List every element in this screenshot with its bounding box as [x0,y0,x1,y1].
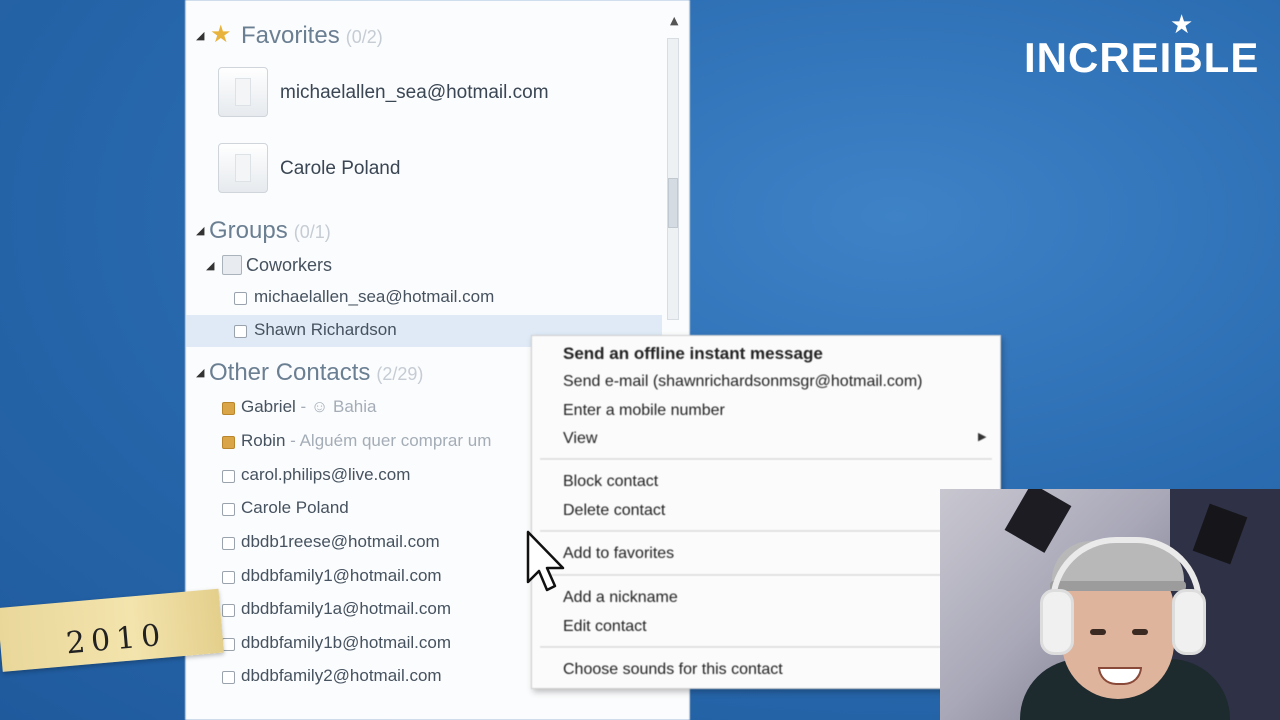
other-contacts-count: (2/29) [376,364,424,384]
favorites-header[interactable]: Favorites (0/2) [241,22,383,50]
group-coworkers[interactable]: Coworkers [246,255,332,276]
favorites-star-icon: ★ [210,20,232,48]
groups-title: Groups [209,217,288,244]
scroll-up-arrow-icon[interactable]: ▲ [670,14,678,27]
group-contact[interactable]: michaelallen_sea@hotmail.com [254,287,494,307]
menu-separator [540,458,992,461]
menu-block-contact[interactable]: Block contact [563,473,658,491]
favorites-title: Favorites [241,22,340,49]
scrollbar[interactable] [663,38,683,320]
menu-send-offline-im[interactable]: Send an offline instant message [563,344,823,364]
contact-row[interactable]: dbdbfamily1a@hotmail.com [241,599,451,619]
menu-add-to-favorites[interactable]: Add to favorites [563,545,674,563]
menu-separator [540,574,992,577]
menu-separator [540,530,992,533]
status-offline-icon [222,671,235,684]
status-offline-icon [222,470,235,483]
contact-name: Gabriel [241,397,296,416]
contact-row[interactable]: dbdb1reese@hotmail.com [241,532,440,552]
status-offline-icon [234,325,247,338]
menu-send-email[interactable]: Send e-mail (shawnrichardsonmsgr@hotmail… [563,373,922,391]
menu-add-nickname[interactable]: Add a nickname [563,589,678,607]
menu-choose-sounds[interactable]: Choose sounds for this contact [563,661,783,679]
contact-row[interactable]: dbdbfamily1b@hotmail.com [241,633,451,653]
headphones-right-ear [1172,589,1206,655]
menu-edit-contact[interactable]: Edit contact [563,618,647,636]
collapse-other-icon[interactable]: ◢ [196,366,204,379]
collapse-groups-icon[interactable]: ◢ [196,224,204,237]
status-offline-icon [222,638,235,651]
acoustic-panel [1004,489,1072,553]
contact-row[interactable]: dbdbfamily2@hotmail.com [241,666,442,686]
groups-count: (0/1) [293,222,331,242]
webcam-overlay [940,489,1280,720]
favorite-contact[interactable]: michaelallen_sea@hotmail.com [280,82,549,104]
menu-separator [540,646,992,649]
menu-enter-mobile[interactable]: Enter a mobile number [563,402,725,420]
submenu-arrow-icon: ▶ [978,431,987,443]
contact-status-message: - ☺ Bahia [295,397,377,416]
avatar[interactable] [218,67,268,117]
collapse-coworkers-icon[interactable]: ◢ [206,259,214,272]
contact-row[interactable]: Carole Poland [241,498,349,518]
brand-logo: INCREIBLE [1024,34,1260,81]
other-contacts-header[interactable]: Other Contacts (2/29) [209,359,423,387]
avatar[interactable] [218,143,268,193]
headphones-left-ear [1040,589,1074,655]
groups-header[interactable]: Groups (0/1) [209,217,331,245]
contact-name: Robin [241,431,286,450]
favorite-contact[interactable]: Carole Poland [280,158,400,180]
status-away-icon [222,402,235,415]
scroll-thumb[interactable] [668,178,678,228]
presenter-eye [1090,629,1106,635]
presenter-eye [1132,629,1148,635]
status-offline-icon [222,503,235,516]
collapse-favorites-icon[interactable]: ◢ [196,29,204,42]
status-away-icon [222,436,235,449]
status-offline-icon [222,604,235,617]
contact-row[interactable]: Robin - Alguém quer comprar um [241,431,529,451]
menu-view[interactable]: View [563,430,597,448]
group-icon [222,255,242,275]
group-contact-selected[interactable]: Shawn Richardson [254,320,397,340]
contact-row[interactable]: carol.philips@live.com [241,465,410,485]
context-menu: Send an offline instant message Send e-m… [531,335,1001,689]
contact-status-message: - Alguém quer comprar um [285,431,492,450]
mouse-cursor-icon [526,530,565,592]
menu-delete-contact[interactable]: Delete contact [563,502,665,520]
contact-row[interactable]: dbdbfamily1@hotmail.com [241,566,442,586]
status-offline-icon [222,571,235,584]
other-contacts-title: Other Contacts [209,359,371,386]
favorites-count: (0/2) [345,27,383,47]
status-offline-icon [234,292,247,305]
status-offline-icon [222,537,235,550]
contact-row[interactable]: Gabriel - ☺ Bahia [241,397,376,417]
